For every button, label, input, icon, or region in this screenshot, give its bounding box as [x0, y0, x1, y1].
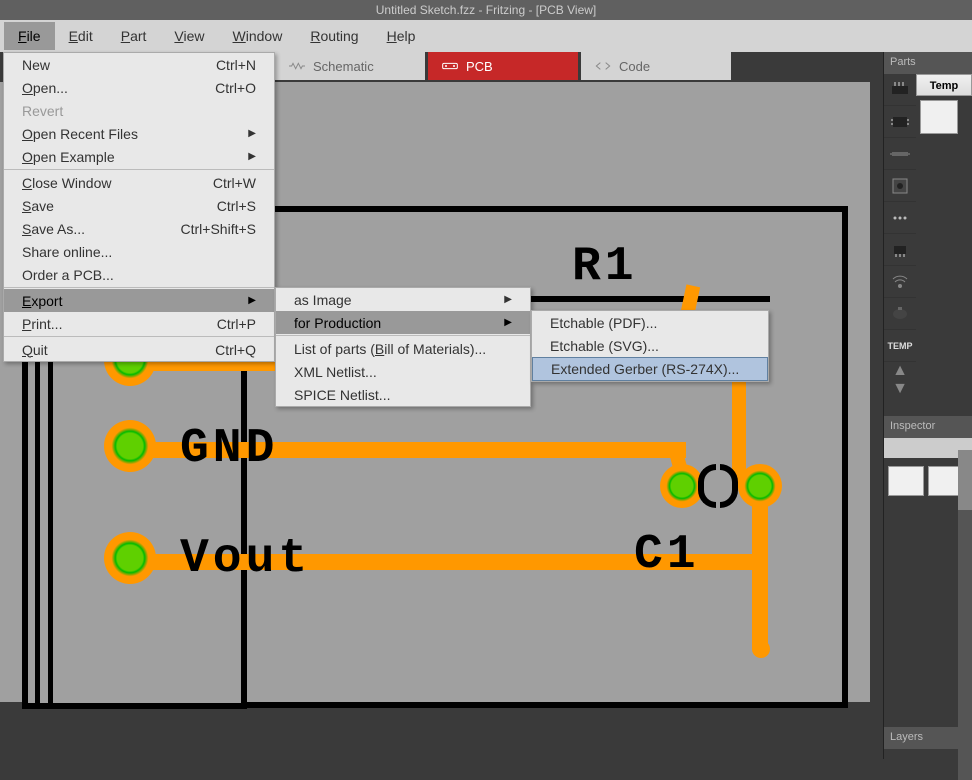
label-gnd[interactable]: GND	[180, 422, 278, 476]
menu-window[interactable]: Window	[219, 22, 297, 50]
menu-item-revert: Revert	[4, 99, 274, 122]
schematic-icon	[289, 60, 305, 72]
scrollbar-thumb[interactable]	[958, 450, 972, 510]
label-r1[interactable]: R1	[572, 240, 638, 294]
submenu-arrow-icon: ▶	[504, 317, 512, 328]
submenu-arrow-icon: ▶	[248, 151, 256, 162]
pad-gnd[interactable]	[104, 420, 156, 472]
tab-code[interactable]: Code	[581, 52, 731, 80]
tab-label: PCB	[466, 59, 493, 74]
part-category-module-icon[interactable]	[884, 170, 916, 202]
parts-scroll-up-icon[interactable]: ▲	[884, 362, 916, 380]
label-vout[interactable]: Vout	[180, 532, 311, 586]
parts-panel-header: Parts	[884, 52, 972, 74]
menu-item-spice-netlist[interactable]: SPICE Netlist...	[276, 383, 530, 406]
menu-item-save[interactable]: SaveCtrl+S	[4, 194, 274, 217]
menu-routing[interactable]: Routing	[296, 22, 372, 50]
menu-item-order-pcb[interactable]: Order a PCB...	[4, 263, 274, 286]
pad-vout[interactable]	[104, 532, 156, 584]
pad-c1-2[interactable]	[738, 464, 782, 508]
submenu-arrow-icon: ▶	[504, 294, 512, 305]
part-category-more-icon[interactable]	[884, 202, 916, 234]
menu-item-print[interactable]: Print...Ctrl+P	[4, 312, 274, 335]
via[interactable]	[752, 640, 770, 658]
resistor-r1[interactable]	[530, 296, 770, 302]
label-c1[interactable]: C1	[634, 528, 700, 582]
layers-panel-header: Layers	[884, 727, 972, 749]
tab-label: Schematic	[313, 59, 374, 74]
production-submenu: Etchable (PDF)... Etchable (SVG)... Exte…	[531, 310, 769, 382]
menu-item-example[interactable]: Open Example▶	[4, 145, 274, 168]
menu-view[interactable]: View	[160, 22, 218, 50]
menu-item-saveas[interactable]: Save As...Ctrl+Shift+S	[4, 217, 274, 240]
tab-schematic[interactable]: Schematic	[275, 52, 425, 80]
part-category-smd-icon[interactable]	[884, 234, 916, 266]
menu-item-new[interactable]: NewCtrl+N	[4, 53, 274, 76]
submenu-arrow-icon: ▶	[248, 128, 256, 139]
parts-scroll-down-icon[interactable]: ▼	[884, 380, 916, 398]
menu-item-share[interactable]: Share online...	[4, 240, 274, 263]
menubar: File Edit Part View Window Routing Help	[0, 20, 972, 52]
menu-item-bom[interactable]: List of parts (Bill of Materials)...	[276, 337, 530, 360]
tab-pcb[interactable]: PCB	[428, 52, 578, 80]
menu-help[interactable]: Help	[373, 22, 430, 50]
part-category-ic-icon[interactable]	[884, 106, 916, 138]
submenu-arrow-icon: ▶	[248, 295, 256, 306]
menu-item-xml-netlist[interactable]: XML Netlist...	[276, 360, 530, 383]
code-icon	[595, 60, 611, 72]
inspector-panel-header: Inspector	[884, 416, 972, 438]
export-submenu: as Image▶ for Production▶ List of parts …	[275, 287, 531, 407]
menu-item-recent[interactable]: Open Recent Files▶	[4, 122, 274, 145]
menu-item-for-production[interactable]: for Production▶	[276, 311, 530, 334]
pcb-icon	[442, 60, 458, 72]
inspector-thumb	[888, 466, 924, 496]
menu-item-quit[interactable]: QuitCtrl+Q	[4, 338, 274, 361]
parts-thumbnails: Temp	[916, 74, 972, 398]
menu-item-etchable-pdf[interactable]: Etchable (PDF)...	[532, 311, 768, 334]
menu-part[interactable]: Part	[107, 22, 161, 50]
menu-item-gerber[interactable]: Extended Gerber (RS-274X)...	[532, 357, 768, 381]
part-category-connector-icon[interactable]	[884, 74, 916, 106]
menu-item-export[interactable]: Export▶	[4, 289, 274, 312]
menu-item-as-image[interactable]: as Image▶	[276, 288, 530, 311]
parts-bin-label: Temp	[916, 74, 972, 96]
part-category-wireless-icon[interactable]	[884, 266, 916, 298]
menu-item-open[interactable]: Open...Ctrl+O	[4, 76, 274, 99]
part-category-resistor-icon[interactable]	[884, 138, 916, 170]
menu-item-etchable-svg[interactable]: Etchable (SVG)...	[532, 334, 768, 357]
component-body	[35, 330, 65, 703]
window-titlebar: Untitled Sketch.fzz - Fritzing - [PCB Vi…	[0, 0, 972, 20]
menu-edit[interactable]: Edit	[55, 22, 107, 50]
menu-file[interactable]: File	[4, 22, 55, 50]
part-category-motor-icon[interactable]	[884, 298, 916, 330]
right-panel: Parts TEMP ▲ ▼ Temp Inspector Layers	[883, 52, 972, 759]
part-thumbnail[interactable]	[920, 100, 958, 134]
tab-label: Code	[619, 59, 650, 74]
menu-item-close[interactable]: Close WindowCtrl+W	[4, 171, 274, 194]
file-menu-dropdown: NewCtrl+N Open...Ctrl+O Revert Open Rece…	[3, 52, 275, 362]
parts-category-column: TEMP ▲ ▼	[884, 74, 916, 398]
part-category-temp[interactable]: TEMP	[884, 330, 916, 362]
